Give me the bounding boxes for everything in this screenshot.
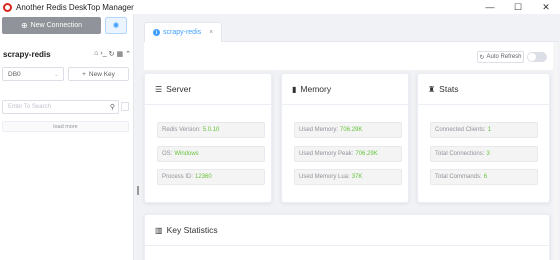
close-icon[interactable]: ×	[209, 29, 213, 36]
new-connection-label: New Connection	[30, 22, 83, 29]
grid-icon[interactable]: ▦	[117, 50, 124, 58]
used-memory-lua-stat: Used Memory Lua: 37K	[294, 169, 402, 185]
chevron-up-icon[interactable]: ⌃	[125, 50, 131, 58]
os-value: Windows	[174, 151, 199, 157]
connection-name: scrapy-redis	[3, 49, 51, 59]
server-title: Server	[166, 84, 192, 94]
total-commands-stat: Total Commands: 6	[430, 169, 538, 185]
connection-actions: ⌂ ›_ ↻ ▦ ⌃	[94, 50, 131, 58]
bar-chart-icon: ▥	[155, 225, 163, 235]
key-statistics-header: ▥ Key Statistics	[145, 215, 549, 246]
refresh-icon: ↻	[479, 54, 485, 61]
new-connection-button[interactable]: ⊕ New Connection	[2, 17, 101, 34]
new-key-button[interactable]: + New Key	[68, 67, 129, 81]
process-id-stat: Process ID: 12360	[157, 169, 265, 185]
server-icon: ☰	[155, 84, 163, 94]
search-input[interactable]: Enter To Search ⚲	[2, 100, 119, 114]
db-select[interactable]: DB0 ⌄	[2, 67, 64, 81]
os-label: OS:	[162, 151, 173, 157]
gear-icon: ✺	[112, 21, 120, 30]
total-commands-value: 6	[483, 174, 488, 180]
load-more-button[interactable]: load more	[2, 121, 129, 132]
used-memory-lua-value: 37K	[351, 174, 363, 180]
stats-card: ♜ Stats Connected Clients: 1 Total Conne…	[417, 73, 550, 203]
process-id-label: Process ID:	[162, 174, 194, 180]
used-memory-stat: Used Memory: 706.29K	[294, 122, 402, 138]
auto-refresh-label: Auto Refresh	[486, 54, 522, 60]
memory-title: Memory	[300, 84, 332, 94]
tab-bar: i scrapy-redis ×	[144, 22, 558, 43]
used-memory-lua-label: Used Memory Lua:	[299, 174, 350, 180]
refresh-toolbar: ↻ Auto Refresh	[144, 42, 558, 70]
connected-clients-stat: Connected Clients: 1	[430, 122, 538, 138]
redis-version-stat: Redis Version: 5.0.10	[157, 122, 265, 138]
main-scrollbar[interactable]	[553, 42, 558, 260]
plus-icon: ⊕	[20, 21, 28, 30]
sidebar-resize-handle[interactable]	[137, 186, 139, 195]
stats-icon: ♜	[428, 84, 436, 94]
used-memory-value: 706.29K	[340, 127, 363, 133]
terminal-icon[interactable]: ›_	[100, 50, 106, 58]
memory-card: ▮ Memory Used Memory: 706.29K Used Memor…	[281, 73, 409, 203]
key-statistics-title: Key Statistics	[166, 225, 218, 235]
exact-match-checkbox[interactable]	[121, 102, 129, 111]
info-icon: i	[153, 29, 160, 36]
memory-card-header: ▮ Memory	[282, 74, 408, 105]
chevron-down-icon: ⌄	[53, 71, 59, 78]
total-connections-stat: Total Connections: 3	[430, 146, 538, 162]
used-memory-peak-stat: Used Memory Peak: 706.29K	[294, 146, 402, 162]
refresh-icon[interactable]: ↻	[109, 50, 115, 58]
auto-refresh-toggle[interactable]	[527, 52, 547, 62]
close-window-button[interactable]: ✕	[532, 0, 560, 14]
process-id-value: 12360	[195, 174, 212, 180]
sidebar: ⊕ New Connection ✺ scrapy-redis ⌂ ›_ ↻ ▦…	[0, 14, 134, 260]
tab-scrapy-redis[interactable]: i scrapy-redis ×	[144, 22, 222, 43]
new-key-label: New Key	[88, 70, 115, 78]
os-stat: OS: Windows	[157, 146, 265, 162]
used-memory-peak-label: Used Memory Peak:	[299, 151, 354, 157]
used-memory-peak-value: 706.29K	[355, 151, 378, 157]
plus-icon: +	[82, 70, 86, 78]
minimize-button[interactable]: —	[476, 0, 504, 14]
used-memory-label: Used Memory:	[299, 127, 339, 133]
key-statistics-card: ▥ Key Statistics	[144, 214, 550, 260]
redis-version-value: 5.0.10	[202, 127, 220, 133]
title-bar: Another Redis DeskTop Manager — ☐ ✕	[0, 0, 560, 14]
window-title: Another Redis DeskTop Manager	[16, 2, 134, 12]
search-icon[interactable]: ⚲	[110, 103, 115, 111]
settings-button[interactable]: ✺	[105, 17, 127, 34]
connection-item[interactable]: scrapy-redis ⌂ ›_ ↻ ▦ ⌃	[3, 48, 131, 60]
total-connections-value: 3	[486, 151, 490, 157]
tab-label: scrapy-redis	[163, 29, 202, 36]
memory-icon: ▮	[292, 84, 297, 94]
home-icon[interactable]: ⌂	[94, 50, 98, 58]
auto-refresh-button[interactable]: ↻ Auto Refresh	[477, 51, 524, 63]
stats-card-header: ♜ Stats	[418, 74, 549, 105]
total-connections-label: Total Connections:	[435, 151, 485, 157]
window-controls: — ☐ ✕	[476, 0, 560, 14]
db-select-value: DB0	[8, 70, 21, 78]
stats-title: Stats	[439, 84, 459, 94]
connected-clients-label: Connected Clients:	[435, 127, 486, 133]
server-card: ☰ Server Redis Version: 5.0.10 OS: Windo…	[144, 73, 272, 203]
total-commands-label: Total Commands:	[435, 174, 482, 180]
server-card-header: ☰ Server	[145, 74, 271, 105]
connected-clients-value: 1	[487, 127, 492, 133]
maximize-button[interactable]: ☐	[504, 0, 532, 14]
search-placeholder: Enter To Search	[8, 104, 51, 110]
redis-version-label: Redis Version:	[162, 127, 201, 133]
app-logo-icon	[3, 2, 12, 12]
